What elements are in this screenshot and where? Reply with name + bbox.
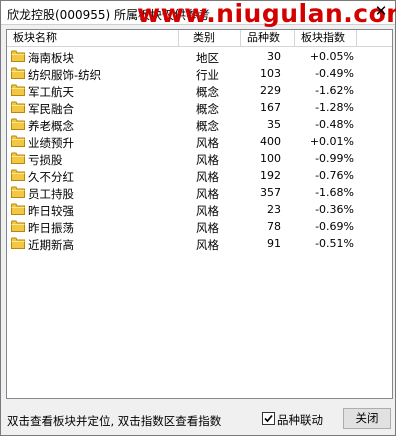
title-bar: 欣龙控股(000955) 所属板块仅供参考 www.niugulan.com ✕ (1, 0, 396, 28)
cell-index: -1.68% (315, 186, 354, 199)
cell-name: 昨日振荡 (28, 221, 74, 235)
cell-type: 风格 (196, 238, 219, 252)
folder-icon (11, 67, 25, 79)
cell-index: -0.49% (315, 67, 354, 80)
folder-icon (11, 135, 25, 147)
folder-icon (11, 101, 25, 113)
cell-name: 养老概念 (28, 119, 74, 133)
cell-count: 30 (267, 50, 281, 63)
cell-type: 风格 (196, 136, 219, 150)
cell-name: 久不分红 (28, 170, 74, 184)
cell-index: -1.62% (315, 84, 354, 97)
cell-count: 103 (260, 67, 281, 80)
cell-index: +0.01% (309, 135, 354, 148)
cell-name: 海南板块 (28, 51, 74, 65)
cell-index: -0.36% (315, 203, 354, 216)
table-row[interactable]: 亏损股 风格 100 -0.99% (7, 150, 392, 167)
cell-count: 100 (260, 152, 281, 165)
table-row[interactable]: 纺织服饰-纺织 行业 103 -0.49% (7, 65, 392, 82)
list-header: 板块名称 类别 品种数 板块指数 (7, 30, 392, 47)
folder-icon (11, 220, 25, 232)
table-row[interactable]: 军民融合 概念 167 -1.28% (7, 99, 392, 116)
check-icon (264, 414, 273, 423)
cell-type: 概念 (196, 119, 219, 133)
cell-count: 23 (267, 203, 281, 216)
watermark: www.niugulan.com (137, 0, 396, 28)
cell-count: 78 (267, 220, 281, 233)
cell-index: -0.76% (315, 169, 354, 182)
close-icon[interactable]: ✕ (373, 3, 389, 19)
close-button[interactable]: 关闭 (343, 408, 391, 429)
cell-name: 亏损股 (28, 153, 63, 167)
cell-name: 军民融合 (28, 102, 74, 116)
folder-icon (11, 152, 25, 164)
cell-index: +0.05% (309, 50, 354, 63)
status-hint: 双击查看板块并定位, 双击指数区查看指数 (7, 414, 222, 428)
cell-type: 风格 (196, 204, 219, 218)
cell-index: -1.28% (315, 101, 354, 114)
column-header-type[interactable]: 类别 (179, 30, 241, 46)
dialog-window: 欣龙控股(000955) 所属板块仅供参考 www.niugulan.com ✕… (0, 0, 396, 436)
folder-icon (11, 169, 25, 181)
cell-count: 167 (260, 101, 281, 114)
cell-index: -0.51% (315, 237, 354, 250)
cell-name: 军工航天 (28, 85, 74, 99)
cell-type: 风格 (196, 170, 219, 184)
folder-icon (11, 186, 25, 198)
cell-index: -0.69% (315, 220, 354, 233)
cell-type: 概念 (196, 102, 219, 116)
cell-name: 员工持股 (28, 187, 74, 201)
cell-count: 229 (260, 84, 281, 97)
table-row[interactable]: 昨日较强 风格 23 -0.36% (7, 201, 392, 218)
table-row[interactable]: 军工航天 概念 229 -1.62% (7, 82, 392, 99)
link-checkbox-label[interactable]: 品种联动 (277, 412, 323, 428)
cell-name: 近期新高 (28, 238, 74, 252)
table-row[interactable]: 海南板块 地区 30 +0.05% (7, 48, 392, 65)
column-header-count[interactable]: 品种数 (241, 30, 295, 46)
table-row[interactable]: 久不分红 风格 192 -0.76% (7, 167, 392, 184)
cell-name: 昨日较强 (28, 204, 74, 218)
cell-type: 概念 (196, 85, 219, 99)
cell-type: 风格 (196, 153, 219, 167)
cell-index: -0.48% (315, 118, 354, 131)
folder-icon (11, 84, 25, 96)
cell-index: -0.99% (315, 152, 354, 165)
column-header-name[interactable]: 板块名称 (7, 30, 179, 46)
cell-type: 风格 (196, 221, 219, 235)
table-row[interactable]: 养老概念 概念 35 -0.48% (7, 116, 392, 133)
cell-type: 风格 (196, 187, 219, 201)
cell-name: 纺织服饰-纺织 (28, 68, 102, 82)
cell-count: 35 (267, 118, 281, 131)
cell-name: 业绩预升 (28, 136, 74, 150)
cell-count: 357 (260, 186, 281, 199)
table-row[interactable]: 员工持股 风格 357 -1.68% (7, 184, 392, 201)
cell-count: 91 (267, 237, 281, 250)
cell-count: 400 (260, 135, 281, 148)
column-header-index[interactable]: 板块指数 (295, 30, 357, 46)
link-checkbox[interactable] (262, 412, 275, 425)
folder-icon (11, 203, 25, 215)
cell-type: 行业 (196, 68, 219, 82)
folder-icon (11, 50, 25, 62)
table-row[interactable]: 近期新高 风格 91 -0.51% (7, 235, 392, 252)
folder-icon (11, 118, 25, 130)
status-bar: 双击查看板块并定位, 双击指数区查看指数 品种联动 关闭 (1, 407, 395, 435)
cell-type: 地区 (196, 51, 219, 65)
folder-icon (11, 237, 25, 249)
table-row[interactable]: 昨日振荡 风格 78 -0.69% (7, 218, 392, 235)
sector-list[interactable]: 板块名称 类别 品种数 板块指数 海南板块 地区 30 +0.05% 纺织服饰-纺织 行业… (6, 29, 393, 399)
table-row[interactable]: 业绩预升 风格 400 +0.01% (7, 133, 392, 150)
cell-count: 192 (260, 169, 281, 182)
